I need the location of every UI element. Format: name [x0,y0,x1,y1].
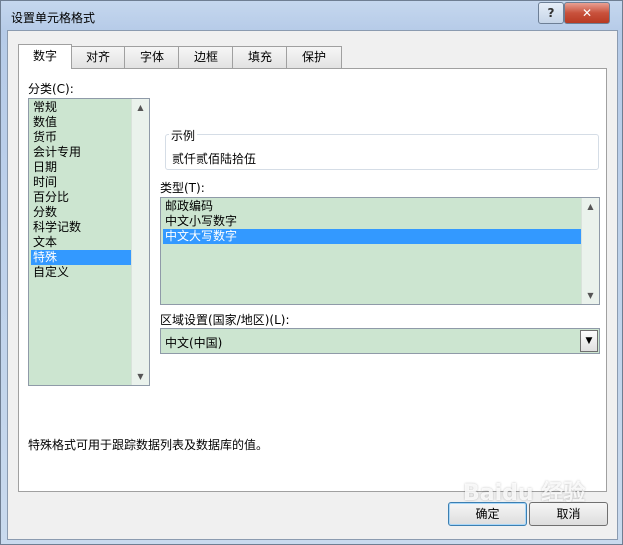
category-item-scientific[interactable]: 科学记数 [31,220,131,235]
category-item-custom[interactable]: 自定义 [31,265,131,280]
type-scrollbar[interactable]: ▲ ▼ [581,198,599,304]
sample-label: 示例 [169,127,198,144]
dialog-body: 数字 对齐 字体 边框 填充 保护 分类(C): 常规 数值 货币 会计专用 日… [7,30,618,540]
locale-dropdown[interactable]: 中文(中国) ▼ [160,328,600,354]
close-icon: ✕ [581,6,593,20]
tab-number[interactable]: 数字 [18,44,72,69]
category-item-percentage[interactable]: 百分比 [31,190,131,205]
type-item-chinese-uppercase[interactable]: 中文大写数字 [163,229,581,244]
category-item-number[interactable]: 数值 [31,115,131,130]
scroll-down-icon[interactable]: ▼ [582,287,599,304]
ok-button[interactable]: 确定 [448,502,527,526]
locale-value: 中文(中国) [165,336,223,350]
tab-border[interactable]: 边框 [178,46,234,68]
cancel-button[interactable]: 取消 [529,502,608,526]
category-item-text[interactable]: 文本 [31,235,131,250]
close-button[interactable]: ✕ [564,2,610,24]
category-item-accounting[interactable]: 会计专用 [31,145,131,160]
scroll-up-icon[interactable]: ▲ [582,198,599,215]
category-item-date[interactable]: 日期 [31,160,131,175]
number-tab-panel: 分类(C): 常规 数值 货币 会计专用 日期 时间 百分比 分数 科学记数 文… [18,68,607,492]
type-label: 类型(T): [160,181,205,195]
tab-font[interactable]: 字体 [124,46,180,68]
category-item-currency[interactable]: 货币 [31,130,131,145]
category-item-fraction[interactable]: 分数 [31,205,131,220]
category-label: 分类(C): [28,82,74,96]
locale-label: 区域设置(国家/地区)(L): [160,313,290,327]
description-text: 特殊格式可用于跟踪数据列表及数据库的值。 [28,438,269,452]
chevron-down-icon[interactable]: ▼ [580,330,598,352]
help-icon: ? [547,6,555,20]
tab-alignment[interactable]: 对齐 [70,46,126,68]
title-bar: 设置单元格格式 ? ✕ [1,1,622,31]
category-scrollbar[interactable]: ▲ ▼ [131,99,149,385]
category-item-time[interactable]: 时间 [31,175,131,190]
help-button[interactable]: ? [538,2,564,24]
type-list[interactable]: 邮政编码 中文小写数字 中文大写数字 ▲ ▼ [160,197,600,305]
category-item-special[interactable]: 特殊 [31,250,131,265]
window-title: 设置单元格格式 [11,11,96,25]
tab-fill[interactable]: 填充 [232,46,288,68]
sample-value: 贰仟贰佰陆拾伍 [172,152,257,166]
scroll-down-icon[interactable]: ▼ [132,368,149,385]
category-item-general[interactable]: 常规 [31,100,131,115]
tab-protection[interactable]: 保护 [286,46,342,68]
scroll-up-icon[interactable]: ▲ [132,99,149,116]
type-item-postal-code[interactable]: 邮政编码 [163,199,581,214]
format-cells-dialog: 设置单元格格式 ? ✕ 数字 对齐 字体 边框 填充 保护 分类(C): 常规 … [0,0,623,545]
type-item-chinese-lowercase[interactable]: 中文小写数字 [163,214,581,229]
category-list[interactable]: 常规 数值 货币 会计专用 日期 时间 百分比 分数 科学记数 文本 特殊 自定… [28,98,150,386]
